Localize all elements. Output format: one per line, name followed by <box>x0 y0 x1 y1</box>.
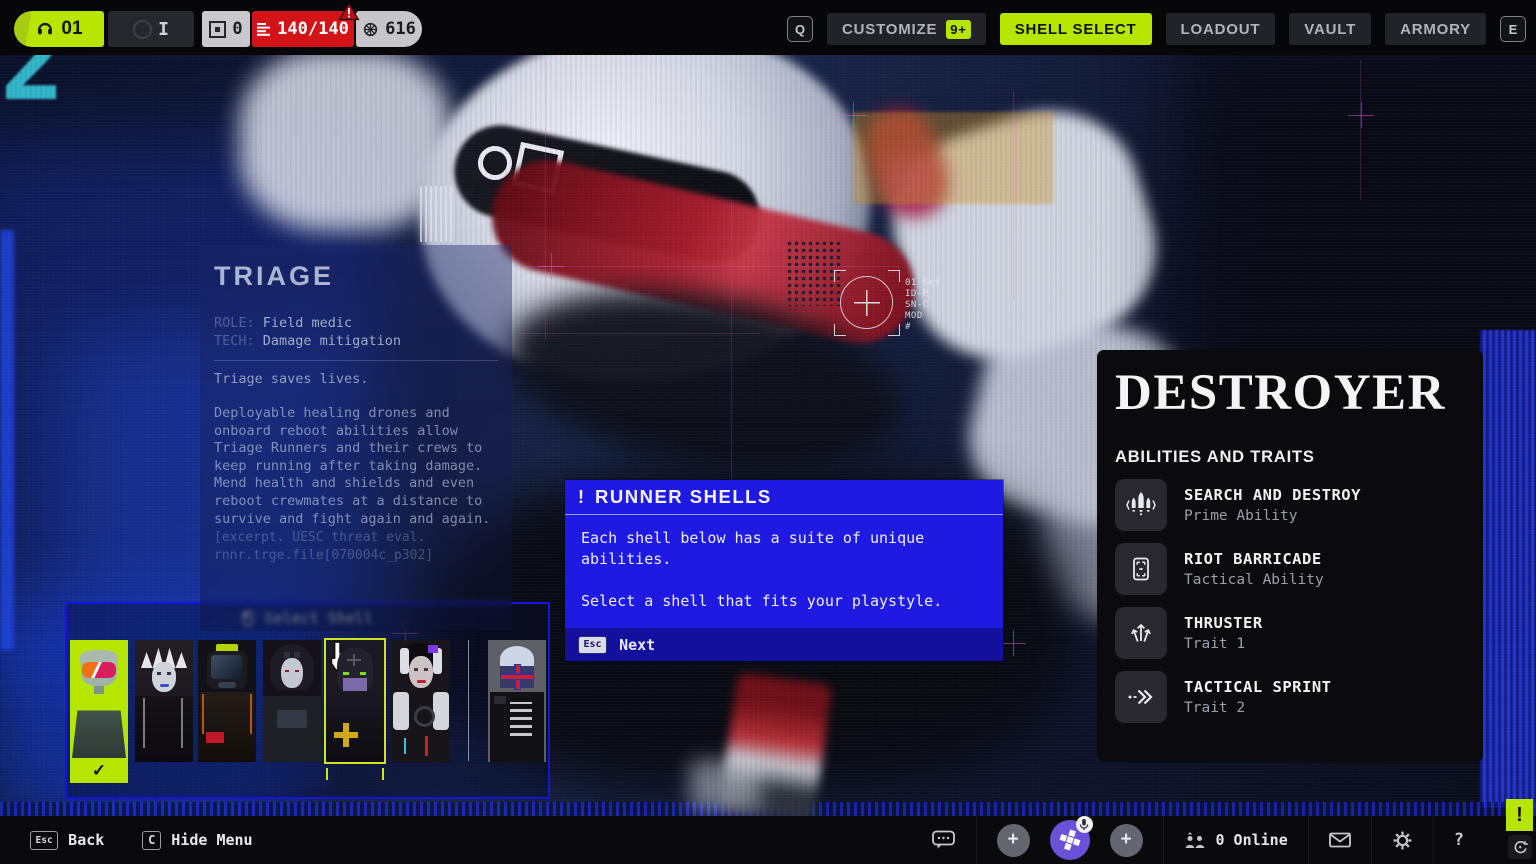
add-friend-left-button[interactable]: + <box>997 824 1030 857</box>
abilities-section-title: ABILITIES AND TRAITS <box>1115 448 1465 467</box>
mail-icon[interactable] <box>1329 832 1351 848</box>
settings-gear-icon[interactable] <box>1392 830 1413 851</box>
warning-triangle-icon <box>338 2 360 21</box>
modal-body: Each shell below has a suite of unique a… <box>565 515 1003 628</box>
headset-icon <box>35 19 55 39</box>
sync-status-icon[interactable] <box>1508 835 1532 859</box>
shell-select-screen: 2 01 Set ID-P SN-C MOD <box>0 0 1536 864</box>
shell-info-title: TRIAGE <box>214 261 498 292</box>
slot-pill: I <box>108 11 194 47</box>
hover-bracket-left <box>326 768 328 780</box>
trait-row-2: TACTICAL SPRINT Trait 2 <box>1115 671 1465 723</box>
runner-shells-modal: ! RUNNER SHELLS Each shell below has a s… <box>565 480 1003 661</box>
shell-thumbnail-hovered[interactable] <box>326 640 384 762</box>
thruster-icon <box>1115 607 1167 659</box>
prev-tab-key-badge[interactable]: Q <box>787 16 813 42</box>
hover-bracket-right <box>382 768 384 780</box>
shell-thumbnail[interactable] <box>135 640 193 762</box>
comms-pill: 01 <box>14 11 104 47</box>
reticle-readout: 01 Set ID-P SN-C MOD # <box>905 278 941 333</box>
alert-exclamation-icon: ! <box>578 487 584 508</box>
ability-row-prime: SEARCH AND DESTROY Prime Ability <box>1115 479 1465 531</box>
shell-name: DESTROYER <box>1115 364 1465 422</box>
next-tab-key-badge[interactable]: E <box>1500 16 1526 42</box>
online-status[interactable]: 0 Online <box>1184 831 1288 849</box>
shell-details-panel: DESTROYER ABILITIES AND TRAITS SEARCH AN… <box>1097 350 1483 762</box>
chat-icon[interactable] <box>932 830 956 850</box>
shell-excerpt: [excerpt. UESC threat eval. rnnr.trge.fi… <box>214 529 498 564</box>
stack-icon <box>257 23 271 36</box>
tab-armory[interactable]: ARMORY <box>1385 13 1486 45</box>
cube-pill: 0 <box>202 11 250 47</box>
add-friend-right-button[interactable]: + <box>1110 824 1143 857</box>
bottom-bar: Esc Back C Hide Menu + <box>0 816 1536 864</box>
search-and-destroy-icon <box>1115 479 1167 531</box>
top-bar: 01 I 0 140/140 <box>0 0 1536 55</box>
selected-check-icon: ✓ <box>70 761 128 781</box>
tab-shell-select[interactable]: SHELL SELECT <box>1000 13 1152 45</box>
mic-badge-icon <box>1076 816 1093 833</box>
shell-tagline: Triage saves lives. <box>214 371 498 387</box>
hide-menu-button[interactable]: C Hide Menu <box>142 831 252 850</box>
shell-thumbnail[interactable] <box>263 640 321 762</box>
shell-thumbnail[interactable] <box>392 640 450 762</box>
c-key-badge: C <box>142 831 161 850</box>
shell-thumbnail-selected[interactable]: ✓ <box>70 640 128 783</box>
people-icon <box>1184 832 1206 849</box>
tactical-sprint-icon <box>1115 671 1167 723</box>
capacity-pill: 140/140 <box>252 11 354 47</box>
modal-header: ! RUNNER SHELLS <box>565 480 1003 515</box>
carousel-divider <box>468 640 469 761</box>
shell-description: Deployable healing drones and onboard re… <box>214 405 498 528</box>
hud-status-pills: 01 I 0 140/140 <box>14 11 422 47</box>
shell-thumbnail[interactable] <box>488 640 546 762</box>
tab-customize[interactable]: CUSTOMIZE 9+ <box>827 13 986 45</box>
wheel-icon <box>362 21 379 38</box>
esc-key-badge: Esc <box>30 831 58 850</box>
shell-carousel: Select Shell ✓ <box>65 602 550 799</box>
notification-alert-badge[interactable]: ! <box>1506 799 1533 831</box>
player-avatar[interactable] <box>1050 820 1090 860</box>
modal-footer-next-button[interactable]: Esc Next <box>565 628 1003 661</box>
currency-pill: 616 <box>356 11 422 47</box>
back-button[interactable]: Esc Back <box>30 831 104 850</box>
shell-info-panel: TRIAGE ROLE: Field medic TECH: Damage mi… <box>200 245 512 631</box>
customize-count-badge: 9+ <box>946 20 970 39</box>
riot-barricade-icon <box>1115 543 1167 595</box>
tab-loadout[interactable]: LOADOUT <box>1166 13 1276 45</box>
esc-key-badge: Esc <box>578 636 607 654</box>
trait-row-1: THRUSTER Trait 1 <box>1115 607 1465 659</box>
targeting-reticle-icon <box>834 270 900 336</box>
ability-row-tactical: RIOT BARRICADE Tactical Ability <box>1115 543 1465 595</box>
modal-title: RUNNER SHELLS <box>595 486 772 508</box>
tab-vault[interactable]: VAULT <box>1289 13 1371 45</box>
cube-icon <box>209 21 226 38</box>
shell-info-meta: ROLE: Field medic TECH: Damage mitigatio… <box>214 314 498 350</box>
top-navigation: Q CUSTOMIZE 9+ SHELL SELECT LOADOUT VAUL… <box>787 13 1526 45</box>
circle-icon <box>133 20 152 39</box>
shell-thumbnail[interactable] <box>198 640 256 762</box>
help-button[interactable]: ? <box>1454 830 1464 850</box>
